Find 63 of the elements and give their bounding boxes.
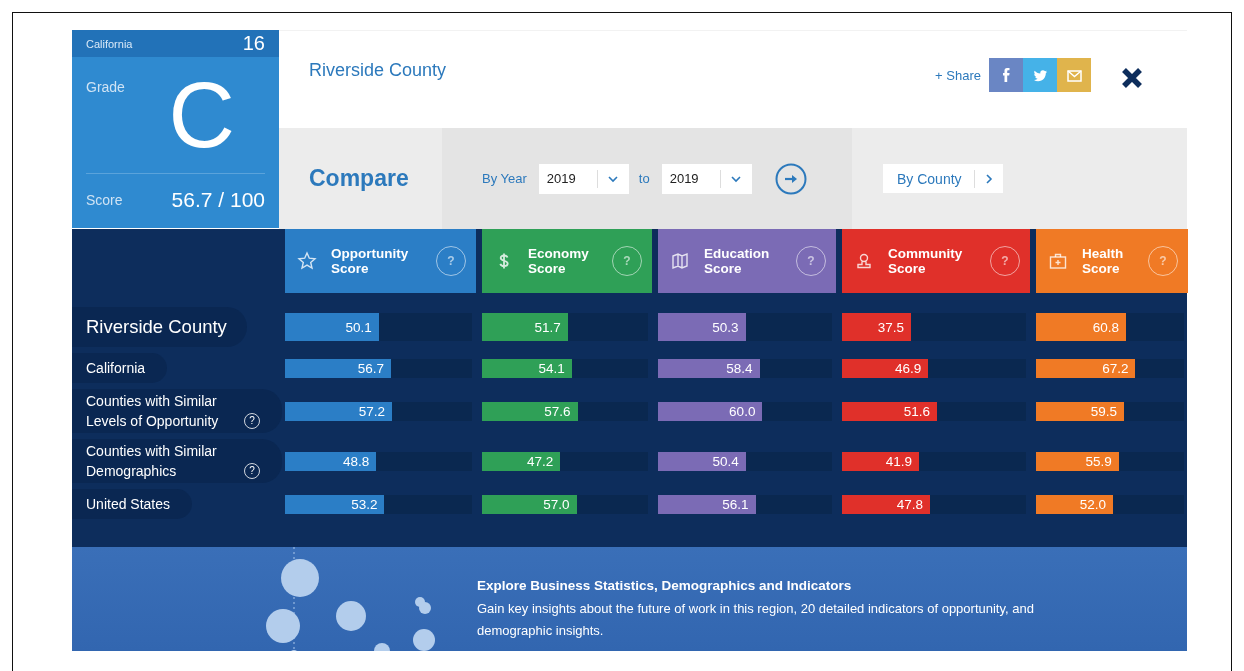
compare-heading: Compare [309,165,409,192]
score-bar: 56.1 [658,494,756,514]
score-bar: 53.2 [285,494,385,514]
score-bar: 55.9 [1036,451,1119,471]
book-icon [670,251,690,271]
score-value: 56.7 / 100 [171,188,265,212]
score-bar: 50.3 [658,313,746,341]
score-bar: 37.5 [842,313,911,341]
score-bar: 41.9 [842,451,920,471]
row-label: United States [72,489,193,519]
end-year-dropdown[interactable]: 2019 [661,163,752,194]
score-bar: 60.0 [658,401,763,421]
rank-number: 16 [242,32,265,55]
column-title: Health Score [1082,246,1125,276]
start-year-dropdown[interactable]: 2019 [538,163,629,194]
row-label: California [72,353,168,383]
state-name: California [86,37,133,50]
chevron-right-icon [984,173,993,184]
score-bar: 67.2 [1036,358,1136,378]
score-bar: 48.8 [285,451,377,471]
facebook-icon [1002,68,1010,82]
grade-label: Grade [86,79,125,97]
banner-text: Gain key insights about the future of work in this region, 20 detailed indicators of opportunity, and demographic insights. [477,600,1035,640]
score-bar: 56.7 [285,358,391,378]
score-bar: 57.2 [285,401,392,421]
row-label-text: Counties with Similar Levels of Opportunity [86,392,220,431]
score-bar: 54.1 [482,358,572,378]
score-bar: 51.7 [482,313,568,341]
column-title: Community Score [888,246,964,276]
to-label: to [638,171,650,186]
score-bar: 50.1 [285,313,379,341]
county-title: Riverside County [309,60,448,81]
score-bar: 57.0 [482,494,577,514]
score-bar: 47.8 [842,494,930,514]
chevron-down-icon [729,173,742,184]
banner-title: Explore Business Statistics, Demographics and Indicators [477,578,853,593]
chevron-down-icon [606,173,619,184]
score-bar: 46.9 [842,358,929,378]
column-title: Opportunity Score [331,246,410,276]
column-title: Education Score [704,246,771,276]
row-label: Riverside County [72,307,247,347]
score-bar: 59.5 [1036,401,1125,421]
column-title: Economy Score [528,246,590,276]
by-county-button[interactable]: By County [883,164,1003,193]
score-label: Score [86,192,123,208]
arrow-right-button[interactable] [774,162,807,195]
person-icon [854,251,874,271]
share-link[interactable]: + Share [935,68,981,83]
score-bar: 52.0 [1036,494,1113,514]
star-icon [297,251,317,271]
score-bar: 47.2 [482,451,561,471]
first-aid-kit-icon [1048,251,1068,271]
by-year-label: By Year [482,171,527,186]
score-bar: 51.6 [842,401,937,421]
facebook-share-button[interactable] [989,58,1023,92]
score-bar: 50.4 [658,451,746,471]
score-bar: 58.4 [658,358,760,378]
row-label-text: Counties with Similar Demographics [86,442,218,481]
twitter-share-button[interactable] [1023,58,1057,92]
close-icon[interactable] [1121,67,1143,89]
score-bar: 60.8 [1036,313,1126,341]
score-bar: 57.6 [482,401,578,421]
grade-letter: C [168,65,235,168]
